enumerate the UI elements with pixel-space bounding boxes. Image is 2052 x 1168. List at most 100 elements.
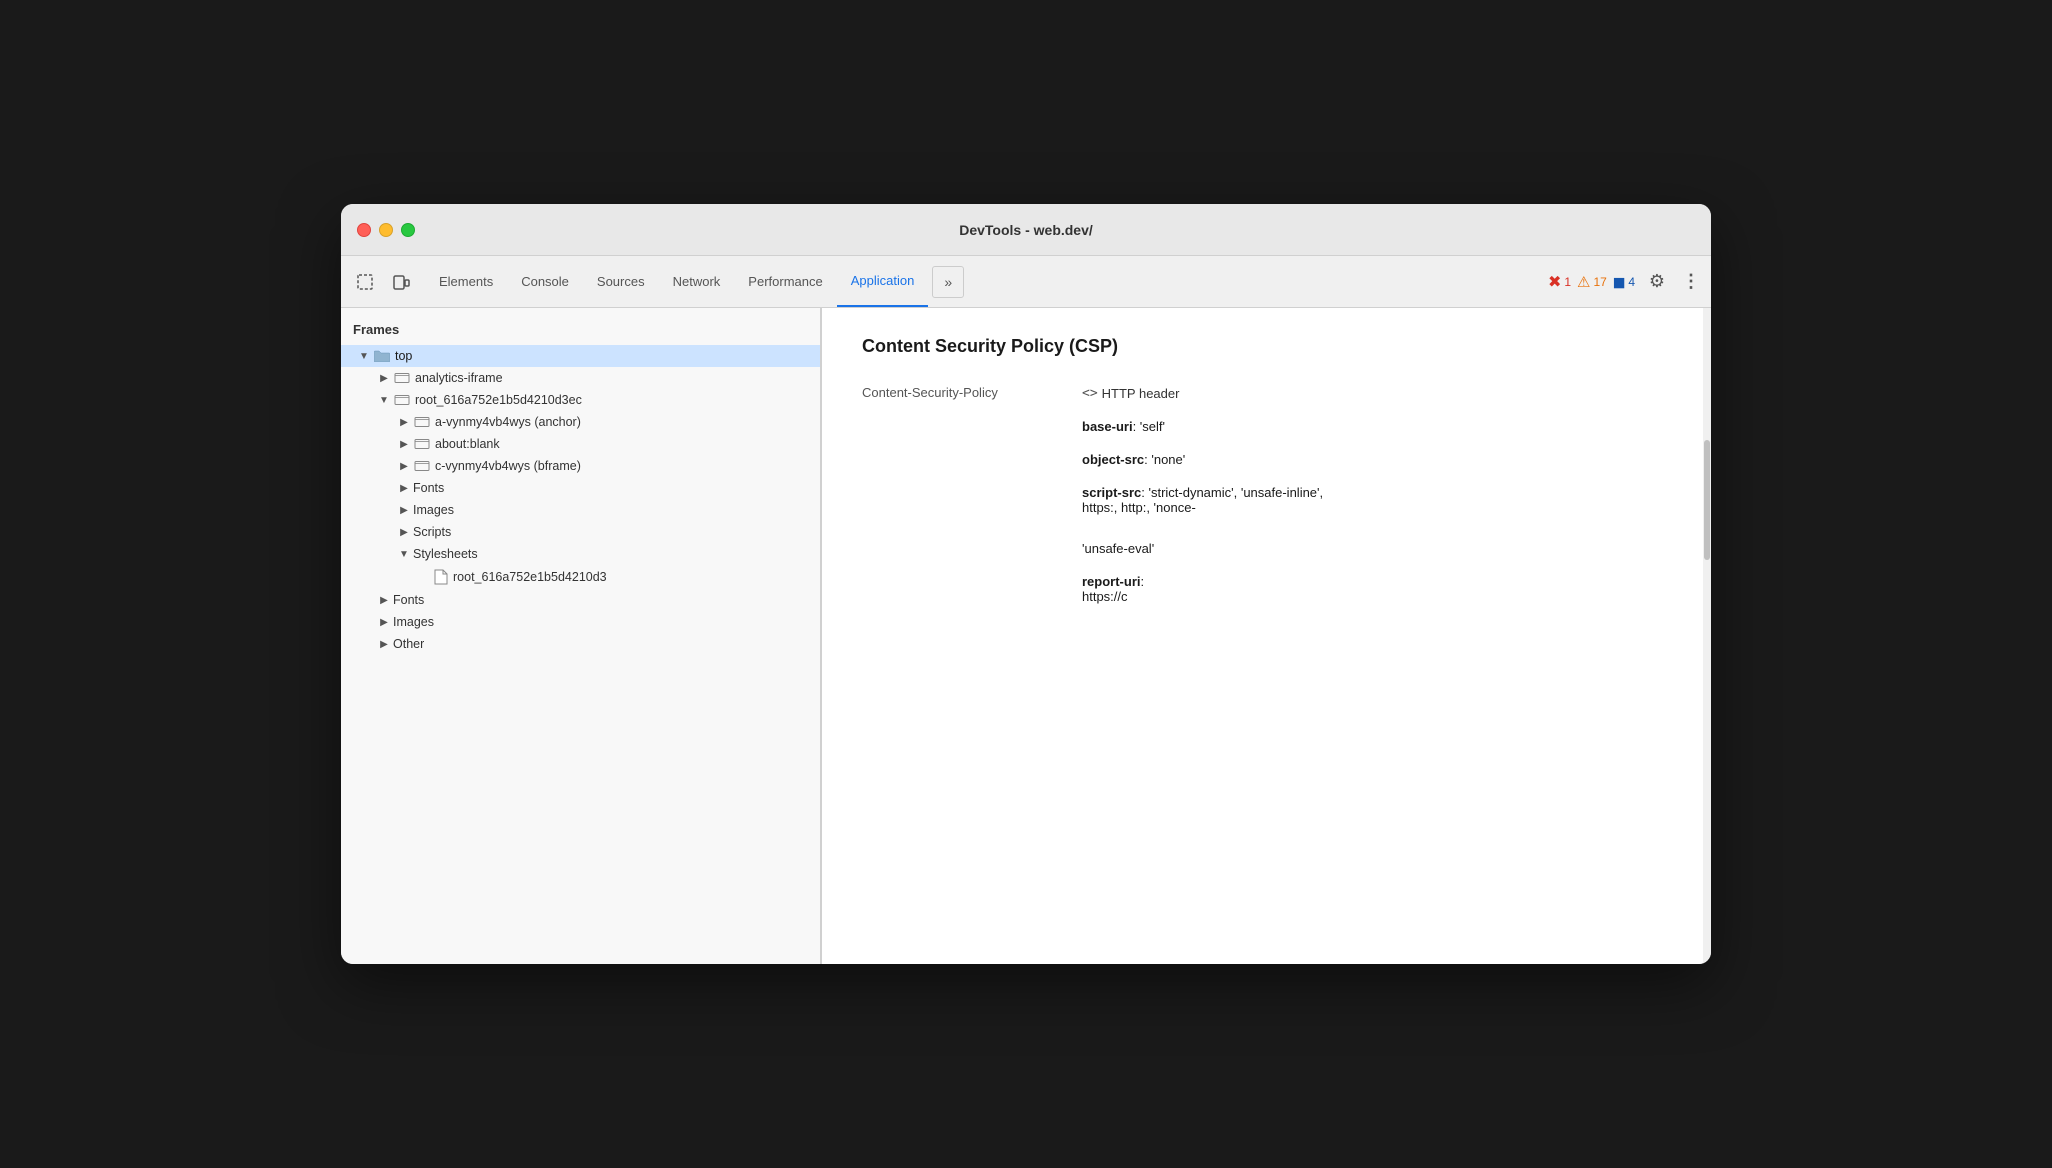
info-badge[interactable]: ◼ 4 <box>1613 273 1635 291</box>
sidebar-item-root-main-label: root_616a752e1b5d4210d3ec <box>415 393 582 407</box>
http-badge: <> HTTP header <box>1082 386 1179 401</box>
sidebar-item-scripts-sub-label: Scripts <box>413 525 451 539</box>
titlebar: DevTools - web.dev/ <box>341 204 1711 256</box>
chevron-a-vynmy: ▶ <box>397 415 411 429</box>
sidebar-item-stylesheet-file-label: root_616a752e1b5d4210d3 <box>453 570 607 584</box>
sidebar-item-images-top-label: Images <box>393 615 434 629</box>
tab-application[interactable]: Application <box>837 256 929 307</box>
content-scrollbar <box>1703 308 1711 964</box>
sidebar-item-stylesheets-sub-label: Stylesheets <box>413 547 478 561</box>
chevron-about-blank: ▶ <box>397 437 411 451</box>
tab-elements[interactable]: Elements <box>425 256 507 307</box>
chevron-stylesheets-sub: ▼ <box>397 547 411 561</box>
sidebar-item-top[interactable]: ▼ top <box>341 345 820 367</box>
chevron-fonts-sub: ▶ <box>397 481 411 495</box>
sidebar-item-root-main[interactable]: ▼ root_616a752e1b5d4210d3ec <box>341 389 820 411</box>
more-tabs-button[interactable]: » <box>932 266 964 298</box>
csp-label-empty-5 <box>862 574 1082 622</box>
toolbar-icons <box>349 266 417 298</box>
sidebar-item-scripts-sub[interactable]: ▶ Scripts <box>341 521 820 543</box>
sidebar-item-images-sub[interactable]: ▶ Images <box>341 499 820 521</box>
sidebar-item-about-blank[interactable]: ▶ about:blank <box>341 433 820 455</box>
csp-value-http: <> HTTP header <box>1082 385 1663 419</box>
sidebar-item-fonts-top-label: Fonts <box>393 593 424 607</box>
toolbar-right: ✖ 1 ⚠ 17 ◼ 4 ⚙ ⋮ <box>1548 266 1703 298</box>
csp-row-object-src: object-src: 'none' <box>862 452 1663 485</box>
chevron-scripts-sub: ▶ <box>397 525 411 539</box>
minimize-button[interactable] <box>379 223 393 237</box>
chevron-analytics: ▶ <box>377 371 391 385</box>
sidebar-item-fonts-top[interactable]: ▶ Fonts <box>341 589 820 611</box>
csp-value-script-src: script-src: 'strict-dynamic', 'unsafe-in… <box>1082 485 1663 533</box>
devtools-window: DevTools - web.dev/ Elements Console <box>341 204 1711 964</box>
csp-value-base-uri: base-uri: 'self' <box>1082 419 1663 452</box>
tab-network[interactable]: Network <box>659 256 735 307</box>
http-icon: <> <box>1082 386 1098 401</box>
csp-row-script-src: script-src: 'strict-dynamic', 'unsafe-in… <box>862 485 1663 533</box>
chevron-other-top: ▶ <box>377 637 391 651</box>
csp-table: Content-Security-Policy <> HTTP header b… <box>862 385 1663 622</box>
folder-icon-a-vynmy <box>413 415 431 429</box>
window-title: DevTools - web.dev/ <box>959 222 1093 238</box>
sidebar-header: Frames <box>341 316 820 345</box>
select-element-button[interactable] <box>349 266 381 298</box>
sidebar-item-other-top-label: Other <box>393 637 424 651</box>
sidebar-item-a-vynmy[interactable]: ▶ a-vynmy4vb4wys (anchor) <box>341 411 820 433</box>
tab-performance[interactable]: Performance <box>734 256 836 307</box>
more-options-button[interactable]: ⋮ <box>1679 266 1703 298</box>
toolbar-tabs: Elements Console Sources Network Perform… <box>425 256 1548 307</box>
sidebar-item-analytics-iframe[interactable]: ▶ analytics-iframe <box>341 367 820 389</box>
csp-row-header: Content-Security-Policy <> HTTP header <box>862 385 1663 419</box>
chevron-top: ▼ <box>357 349 371 363</box>
chevron-c-vynmy: ▶ <box>397 459 411 473</box>
toolbar: Elements Console Sources Network Perform… <box>341 256 1711 308</box>
folder-icon-analytics <box>393 371 411 385</box>
tab-console[interactable]: Console <box>507 256 583 307</box>
sidebar-item-stylesheet-file[interactable]: ▶ root_616a752e1b5d4210d3 <box>341 565 820 589</box>
folder-icon-top <box>373 349 391 363</box>
sidebar-item-c-vynmy-label: c-vynmy4vb4wys (bframe) <box>435 459 581 473</box>
sidebar-item-images-top[interactable]: ▶ Images <box>341 611 820 633</box>
sidebar: Frames ▼ top ▶ <box>341 308 821 964</box>
sidebar-item-stylesheets-sub[interactable]: ▼ Stylesheets <box>341 543 820 565</box>
csp-value-report-uri: report-uri: https://c <box>1082 574 1663 622</box>
csp-label-empty-3 <box>862 485 1082 533</box>
settings-button[interactable]: ⚙ <box>1641 266 1673 298</box>
csp-label-empty-2 <box>862 452 1082 485</box>
traffic-lights <box>357 223 415 237</box>
sidebar-item-analytics-label: analytics-iframe <box>415 371 503 385</box>
csp-row-report-uri: report-uri: https://c <box>862 574 1663 622</box>
sidebar-item-fonts-sub[interactable]: ▶ Fonts <box>341 477 820 499</box>
sidebar-item-top-label: top <box>395 349 412 363</box>
main-area: Frames ▼ top ▶ <box>341 308 1711 964</box>
sidebar-item-a-vynmy-label: a-vynmy4vb4wys (anchor) <box>435 415 581 429</box>
close-button[interactable] <box>357 223 371 237</box>
csp-value-blank: 'unsafe-eval' <box>1082 533 1663 574</box>
device-emulation-button[interactable] <box>385 266 417 298</box>
folder-icon-about-blank <box>413 437 431 451</box>
warning-badge[interactable]: ⚠ 17 <box>1577 273 1607 291</box>
content-area: Content Security Policy (CSP) Content-Se… <box>822 308 1703 964</box>
sidebar-item-other-top[interactable]: ▶ Other <box>341 633 820 655</box>
csp-row-blank: 'unsafe-eval' <box>862 533 1663 574</box>
error-badge[interactable]: ✖ 1 <box>1548 272 1571 292</box>
csp-row-base-uri: base-uri: 'self' <box>862 419 1663 452</box>
folder-icon-c-vynmy <box>413 459 431 473</box>
tab-sources[interactable]: Sources <box>583 256 659 307</box>
csp-label-empty-1 <box>862 419 1082 452</box>
folder-icon-root-main <box>393 393 411 407</box>
sidebar-item-images-sub-label: Images <box>413 503 454 517</box>
csp-label-empty-4 <box>862 533 1082 574</box>
chevron-images-sub: ▶ <box>397 503 411 517</box>
file-icon-stylesheet <box>433 569 449 585</box>
sidebar-item-c-vynmy[interactable]: ▶ c-vynmy4vb4wys (bframe) <box>341 455 820 477</box>
chevron-images-top: ▶ <box>377 615 391 629</box>
maximize-button[interactable] <box>401 223 415 237</box>
csp-label: Content-Security-Policy <box>862 385 1082 419</box>
csp-value-object-src: object-src: 'none' <box>1082 452 1663 485</box>
chevron-fonts-top: ▶ <box>377 593 391 607</box>
content-scrollbar-thumb[interactable] <box>1704 440 1710 560</box>
chevron-root-main: ▼ <box>377 393 391 407</box>
sidebar-item-fonts-sub-label: Fonts <box>413 481 444 495</box>
csp-title: Content Security Policy (CSP) <box>862 336 1663 357</box>
